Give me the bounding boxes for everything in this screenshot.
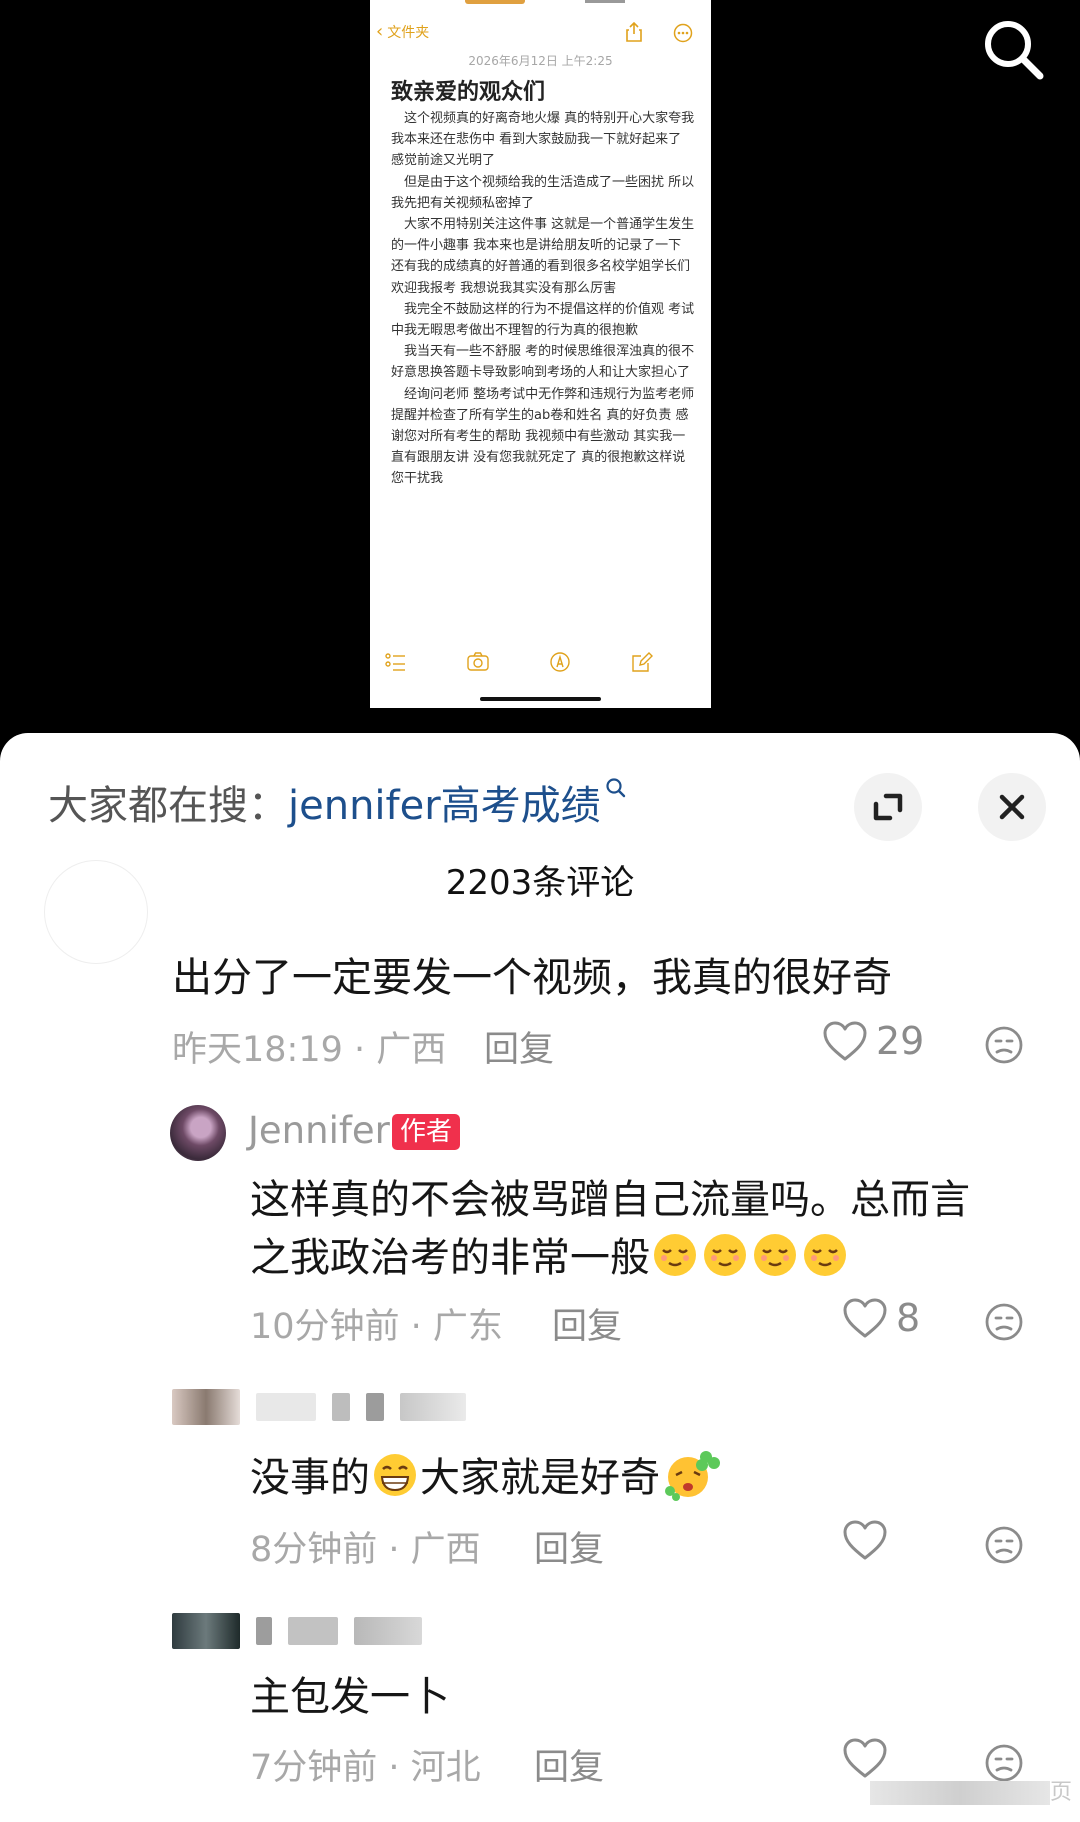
author-name[interactable]: Jennifer <box>248 1109 390 1152</box>
reply-button[interactable]: 回复 <box>552 1298 622 1349</box>
reply-button[interactable]: 回复 <box>534 1739 604 1790</box>
relieved-face-icon <box>654 1234 696 1276</box>
heart-icon <box>843 1738 887 1778</box>
markup-icon <box>550 652 570 672</box>
close-icon <box>999 794 1025 820</box>
watermark-text: 页 <box>1050 1780 1073 1805</box>
comment-text: 出分了一定要发一个视频，我真的很好奇 <box>172 955 892 1001</box>
heart-icon <box>823 1021 867 1061</box>
hot-search-term[interactable]: jennifer高考成绩 <box>288 773 601 831</box>
comments-sheet: 大家都在搜： jennifer高考成绩 2203条评论 出分了一定要发一个视频，… <box>0 733 1080 1822</box>
blurred-username <box>172 1613 422 1649</box>
video-frame-notes-screenshot: ‹ 文件夹 2026年6月12日 上午2:25 致亲爱的观众们 这个视频真的好离… <box>370 0 711 708</box>
comment-text: 这样真的不会被骂蹭自己流量吗。总而言 <box>250 1177 970 1223</box>
expand-icon <box>873 793 903 821</box>
hot-search-bar[interactable]: 大家都在搜： jennifer高考成绩 <box>48 773 627 831</box>
search-icon <box>606 778 625 798</box>
hot-search-prefix: 大家都在搜： <box>48 783 288 829</box>
comment-meta: 昨天18:19 · 广西 <box>172 1030 447 1070</box>
like-count: 29 <box>876 1019 925 1063</box>
status-bar-mark <box>465 0 525 4</box>
compose-icon <box>632 652 653 672</box>
comment-text-part: 没事的 <box>250 1455 370 1501</box>
notes-body: 这个视频真的好离奇地火爆 真的特别开心大家夸我 我本来还在悲伤中 看到大家鼓励我… <box>391 108 697 490</box>
search-icon[interactable] <box>978 14 1048 84</box>
dislike-icon[interactable] <box>984 1302 1024 1342</box>
lucky-clover-face-icon <box>665 1451 720 1501</box>
share-icon <box>626 22 642 42</box>
home-indicator <box>480 697 601 701</box>
comment-count: 2203条评论 <box>445 863 635 903</box>
author-badge: 作者 <box>392 1114 461 1150</box>
notes-paragraph: 我当天有一些不舒服 考的时候思维很浑浊真的很不好意思换答题卡导致影响到考场的人和… <box>391 344 695 381</box>
notes-back-button: ‹ 文件夹 <box>376 22 429 42</box>
blurred-username <box>172 1389 466 1425</box>
like-count: 8 <box>896 1296 921 1340</box>
avatar[interactable] <box>170 1105 226 1161</box>
heart-icon <box>843 1520 887 1560</box>
more-icon <box>673 23 693 43</box>
dislike-icon[interactable] <box>984 1525 1024 1565</box>
notes-back-label: 文件夹 <box>387 25 430 41</box>
notes-paragraph: 我完全不鼓励这样的行为不提倡这样的价值观 考试中我无暇思考做出不理智的行为真的很… <box>391 301 695 339</box>
checklist-icon <box>385 653 405 671</box>
relieved-face-icon <box>704 1234 746 1276</box>
notes-title: 致亲爱的观众们 <box>391 80 546 105</box>
comment-meta: 8分钟前 · 广西 <box>250 1530 481 1570</box>
notes-paragraph: 大家不用特别关注这件事 这就是一个普通学生发生的一件小趣事 我本来也是讲给朋友听… <box>391 217 695 296</box>
notes-paragraph: 这个视频真的好离奇地火爆 真的特别开心大家夸我 我本来还在悲伤中 看到大家鼓励我… <box>391 111 695 169</box>
reply-button[interactable]: 回复 <box>534 1521 604 1572</box>
watermark: 页 <box>870 1774 1072 1806</box>
relieved-face-icon <box>754 1234 796 1276</box>
grinning-face-icon <box>374 1454 416 1496</box>
notes-paragraph: 经询问老师 整场考试中无作弊和违规行为监考老师提醒并检查了所有学生的ab卷和姓名… <box>391 386 695 487</box>
like-button[interactable] <box>842 1519 896 1561</box>
comment-text: 主包发一卜 <box>250 1674 450 1720</box>
like-button[interactable]: 8 <box>842 1296 920 1340</box>
close-button[interactable] <box>978 773 1046 841</box>
avatar[interactable] <box>44 860 148 964</box>
video-player[interactable]: ‹ 文件夹 2026年6月12日 上午2:25 致亲爱的观众们 这个视频真的好离… <box>0 0 1080 745</box>
comment-text: 之我政治考的非常一般 <box>250 1229 850 1287</box>
like-button[interactable] <box>842 1737 896 1779</box>
comment-meta: 10分钟前 · 广东 <box>250 1307 503 1347</box>
comment-meta: 7分钟前 · 河北 <box>250 1748 481 1788</box>
notes-date: 2026年6月12日 上午2:25 <box>468 54 613 68</box>
relieved-face-icon <box>804 1234 846 1276</box>
notes-paragraph: 但是由于这个视频给我的生活造成了一些困扰 所以我先把有关视频私密掉了 <box>391 174 695 211</box>
status-bar-mark <box>585 0 625 3</box>
like-button[interactable]: 29 <box>822 1019 924 1063</box>
comment-text-line: 之我政治考的非常一般 <box>250 1235 650 1281</box>
chevron-left-icon: ‹ <box>376 21 384 42</box>
reply-button[interactable]: 回复 <box>484 1021 554 1072</box>
dislike-icon[interactable] <box>984 1025 1024 1065</box>
notes-toolbar <box>370 650 711 676</box>
camera-icon <box>467 652 489 671</box>
comment-text-part: 大家就是好奇 <box>420 1455 660 1501</box>
comment-text: 没事的 大家就是好奇 <box>250 1445 722 1507</box>
heart-icon <box>843 1298 887 1338</box>
expand-button[interactable] <box>854 773 922 841</box>
